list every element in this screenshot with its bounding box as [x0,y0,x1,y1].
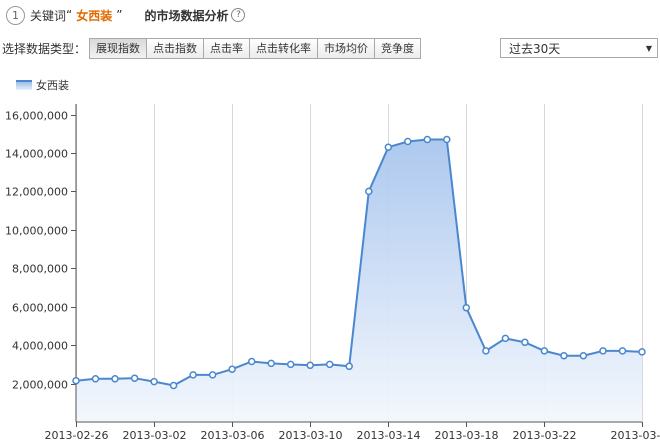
x-tick-label: 2013-03-06 [201,429,265,442]
data-point[interactable] [306,361,314,370]
data-point[interactable] [521,338,529,347]
y-tick-label: 4,000,000 [12,340,68,353]
data-point[interactable] [111,375,119,383]
data-point[interactable] [267,359,275,368]
data-point[interactable] [443,135,451,144]
y-tick-label: 6,000,000 [12,302,68,315]
data-point[interactable] [482,347,490,355]
y-tick-label: 2,000,000 [12,379,68,392]
chart-area: 2,000,000 4,000,000 6,000,000 8,000,000 10,0… [5,104,660,442]
data-point[interactable] [325,360,334,369]
data-point[interactable] [150,377,158,386]
x-tick-label: 2013-03-14 [357,429,421,442]
data-point[interactable] [384,143,393,151]
data-point[interactable] [72,376,80,385]
y-tick-label: 8,000,000 [12,263,68,276]
data-point[interactable] [91,375,100,383]
data-point[interactable] [169,381,178,390]
data-point[interactable] [189,371,197,379]
x-tick-label: 2013-03-27 [611,429,660,442]
y-tick-label: 12,000,000 [5,186,68,199]
data-point[interactable] [247,357,256,366]
data-point[interactable] [345,362,353,371]
data-point[interactable] [638,348,646,356]
data-point[interactable] [228,365,236,373]
y-tick-label: 14,000,000 [5,148,68,161]
data-point[interactable] [423,135,432,144]
y-tick-label: 10,000,000 [5,225,68,238]
data-point[interactable] [130,374,139,382]
data-point[interactable] [560,351,568,360]
x-tick-label: 2013-02-26 [45,429,109,442]
x-tick-label: 2013-03-18 [435,429,499,442]
data-point[interactable] [618,347,627,355]
y-tick-label: 16,000,000 [5,110,68,123]
x-tick-label: 2013-03-22 [513,429,577,442]
data-point[interactable] [286,360,295,369]
data-point[interactable] [540,347,549,355]
data-point[interactable] [208,371,217,379]
x-tick-label: 2013-03-10 [279,429,343,442]
data-point[interactable] [501,334,510,343]
data-point[interactable] [365,187,373,196]
data-point[interactable] [462,303,471,312]
data-point[interactable] [599,347,607,355]
data-point[interactable] [404,137,412,146]
x-tick-label: 2013-03-02 [123,429,187,442]
data-point[interactable] [579,351,588,360]
